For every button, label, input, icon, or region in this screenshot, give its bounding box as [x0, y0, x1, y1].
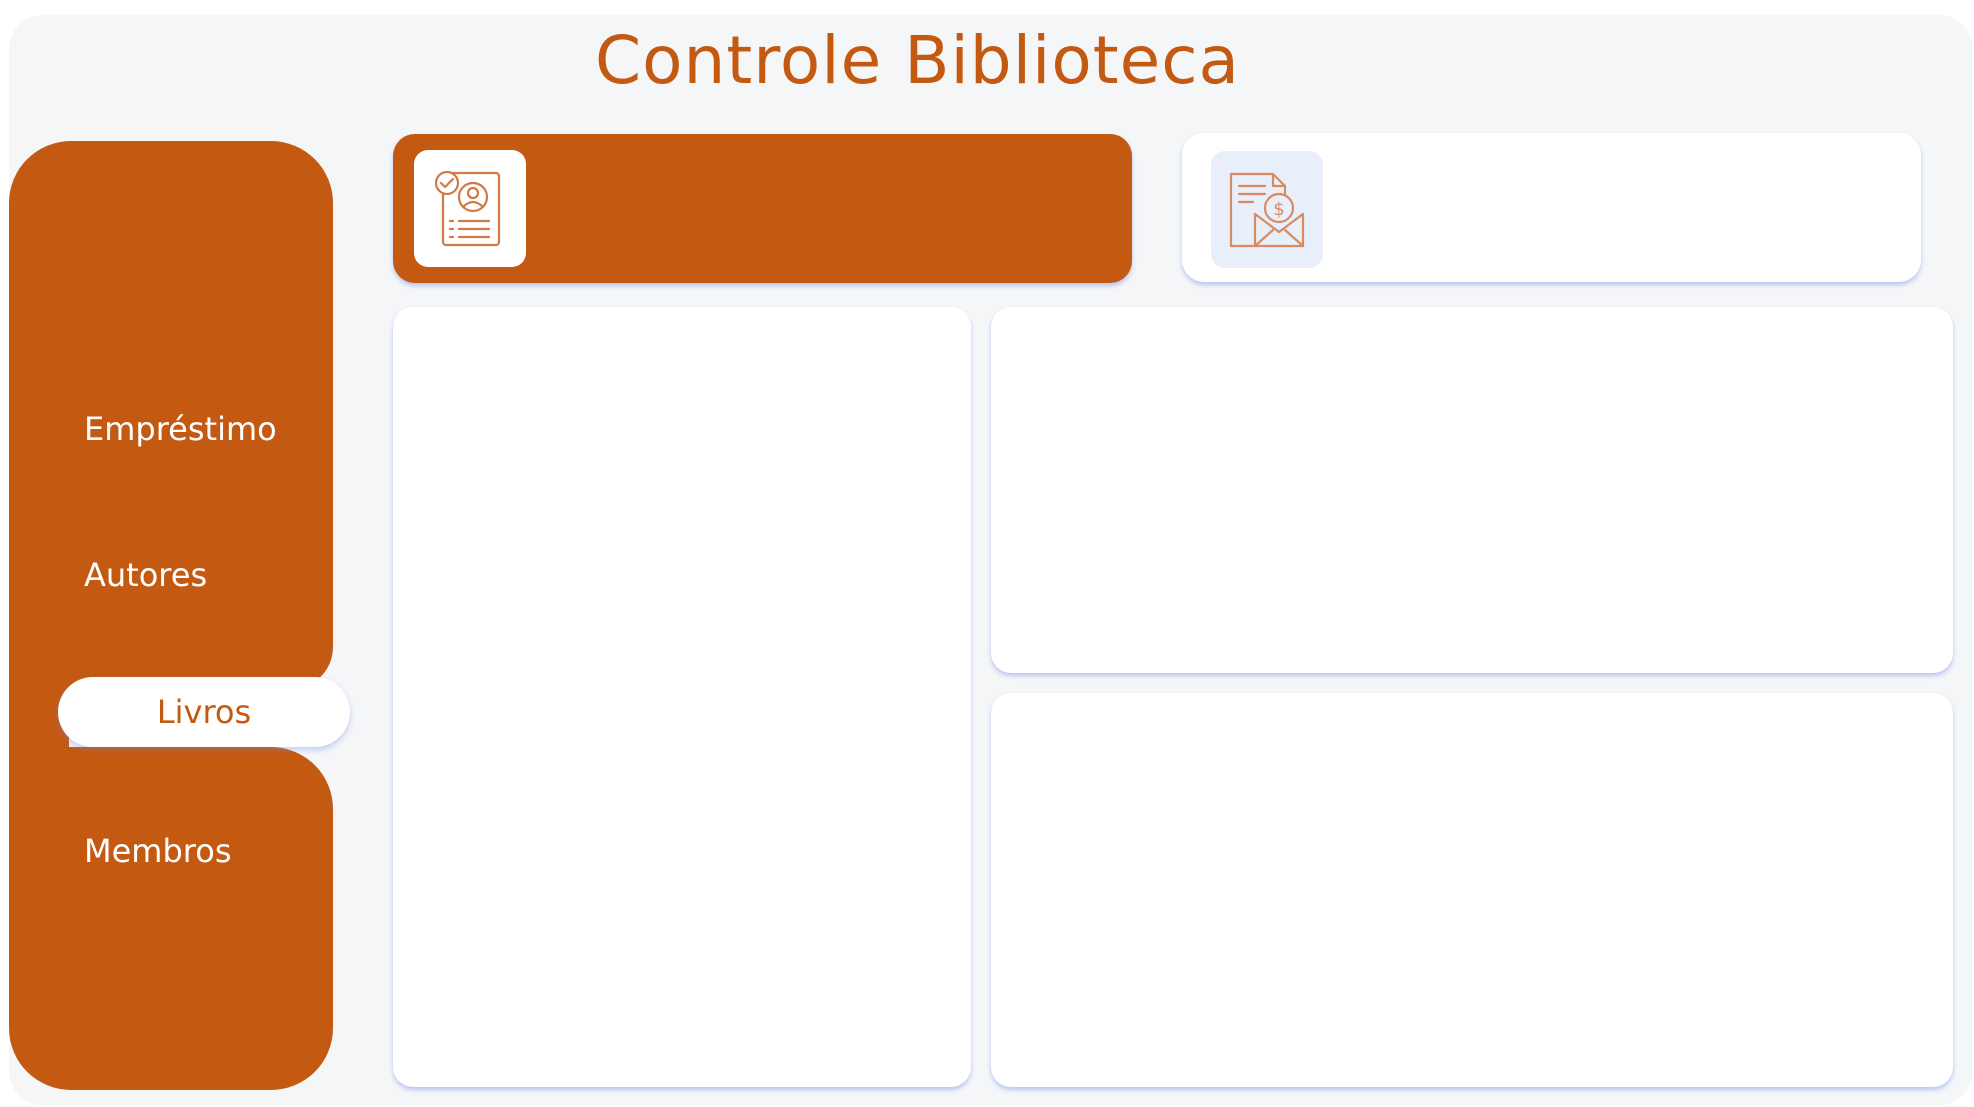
sidebar-item-livros[interactable]: Livros — [58, 677, 350, 747]
sidebar-item-membros[interactable]: Membros — [84, 832, 231, 870]
member-profile-checklist-icon — [435, 170, 501, 246]
sidebar-panel-bottom — [9, 747, 333, 1090]
invoice-envelope-dollar-icon: $ — [1229, 172, 1305, 247]
kpi-icon-container — [414, 150, 526, 267]
panel-right-top — [991, 307, 1953, 673]
panel-left — [393, 307, 971, 1087]
svg-text:$: $ — [1273, 199, 1284, 220]
kpi-icon-container: $ — [1211, 151, 1323, 268]
page-title: Controle Biblioteca — [595, 22, 1240, 99]
sidebar-item-autores[interactable]: Autores — [84, 556, 207, 594]
kpi-card-members — [393, 134, 1132, 283]
panel-right-bottom — [991, 693, 1953, 1087]
kpi-card-payments: $ — [1182, 133, 1921, 282]
sidebar-item-emprestimo[interactable]: Empréstimo — [84, 410, 277, 448]
